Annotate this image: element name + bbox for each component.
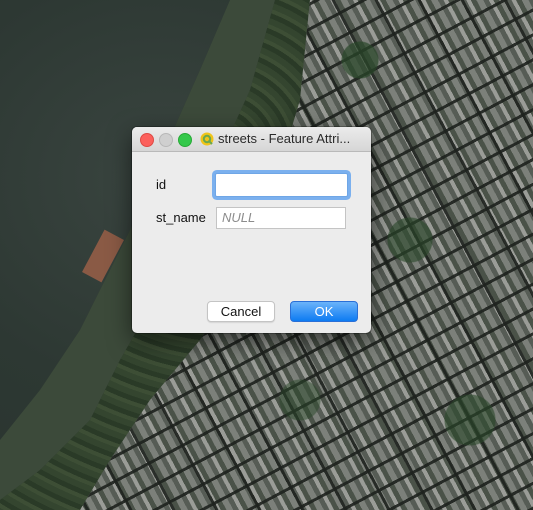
- cancel-button[interactable]: Cancel: [207, 301, 275, 322]
- ok-button[interactable]: OK: [290, 301, 358, 322]
- dialog-title: streets - Feature Attri...: [218, 131, 351, 146]
- id-input[interactable]: [215, 173, 348, 197]
- qgis-logo-icon: [200, 132, 214, 146]
- maximize-window-button[interactable]: [178, 133, 192, 147]
- dialog-titlebar[interactable]: streets - Feature Attri...: [132, 127, 371, 152]
- feature-attributes-dialog: streets - Feature Attri... id st_name NU…: [132, 127, 371, 333]
- minimize-window-button[interactable]: [159, 133, 173, 147]
- close-window-button[interactable]: [140, 133, 154, 147]
- st-name-label: st_name: [156, 210, 206, 225]
- st-name-input[interactable]: NULL: [216, 207, 346, 229]
- id-label: id: [156, 177, 167, 192]
